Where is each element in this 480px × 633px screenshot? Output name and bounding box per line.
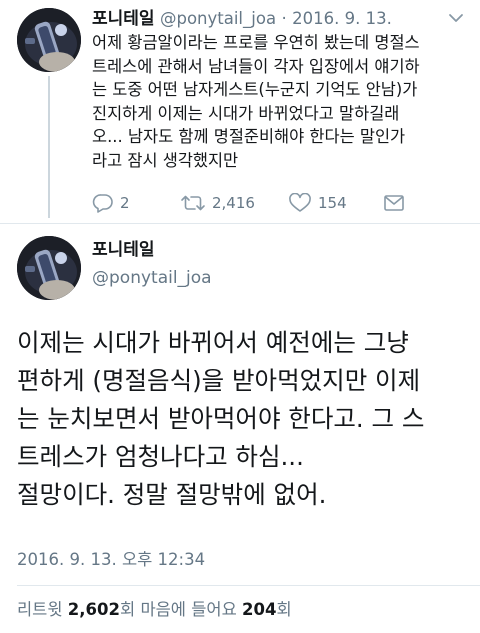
likes-unit: 회	[276, 600, 292, 619]
retweets-unit: 회	[120, 600, 136, 619]
tweet-text-line: 어제 황금알이라는 프로를 우연히 봤는데 명절스	[92, 33, 420, 52]
retweet-count: 2,416	[212, 194, 255, 212]
retweets-label: 리트윗	[17, 600, 63, 619]
tweet-header: 포니테일 @ponytail_joa · 2016. 9. 13.	[92, 6, 422, 32]
avatar[interactable]	[17, 236, 81, 300]
avatar-image	[17, 8, 81, 72]
tweet-stats: 리트윗 2,602회 마음에 들어요 204회	[17, 598, 292, 622]
divider	[17, 585, 480, 586]
direct-message-button[interactable]	[382, 190, 406, 216]
avatar[interactable]	[17, 8, 81, 72]
chevron-down-icon[interactable]	[446, 8, 466, 28]
tweet-text-line: 오... 남자도 함께 명절준비해야 한다는 말인가	[92, 127, 406, 146]
tweet-timestamp[interactable]: 2016. 9. 13. 오후 12:34	[17, 548, 205, 572]
tweet-text-line: 트레스에 관해서 남녀들이 각자 입장에서 얘기하	[92, 56, 420, 76]
user-handle[interactable]: @ponytail_joa	[92, 266, 212, 290]
likes-value: 204	[242, 600, 277, 619]
tweet-text-line: 는 도중 어떤 남자게스트(누군지 기억도 안남)가	[92, 80, 418, 99]
display-name[interactable]: 포니테일	[92, 238, 155, 262]
tweet-actions: 2 2,416 154	[92, 190, 472, 216]
tweet-text-line: 편하게 (명절음식)을 받아먹었지만 이제	[17, 366, 421, 395]
avatar-image	[17, 236, 81, 300]
retweets-value: 2,602	[67, 600, 120, 619]
heart-icon	[289, 193, 311, 212]
tweet-text: 이제는 시대가 바뀌어서 예전에는 그냥 편하게 (명절음식)을 받아먹었지만 …	[17, 324, 473, 514]
reply-count: 2	[120, 194, 130, 212]
tweet-text-line: 는 눈치보면서 받아먹어야 한다고. 그 스	[17, 404, 425, 433]
likes-stat[interactable]: 마음에 들어요 204회	[140, 600, 291, 619]
like-button[interactable]: 154	[288, 190, 347, 216]
tweet-text-line: 이제는 시대가 바뀌어서 예전에는 그냥	[17, 328, 409, 357]
retweet-icon	[181, 195, 205, 211]
tweet-text-line: 절망이다. 정말 절망밖에 없어.	[17, 480, 327, 509]
tweet-text: 어제 황금알이라는 프로를 우연히 봤는데 명절스 트레스에 관해서 남녀들이 …	[92, 31, 464, 172]
thread-line	[48, 76, 50, 218]
tweet-text-line: 진지하게 이제는 시대가 바뀌었다고 말하길래	[92, 103, 400, 123]
retweet-button[interactable]: 2,416	[180, 190, 255, 216]
tweet-text-line: 라고 잠시 생각했지만	[92, 150, 239, 170]
likes-label: 마음에 들어요	[140, 600, 237, 619]
retweets-stat[interactable]: 리트윗 2,602회	[17, 600, 135, 619]
display-name[interactable]: 포니테일	[92, 9, 155, 29]
reply-button[interactable]: 2	[92, 190, 130, 216]
divider	[0, 223, 480, 224]
tweet-text-line: 트레스가 엄청나다고 하심...	[17, 442, 304, 471]
reply-icon	[92, 194, 113, 213]
tweet-date[interactable]: 2016. 9. 13.	[292, 9, 392, 28]
parent-tweet[interactable]: 포니테일 @ponytail_joa · 2016. 9. 13. 어제 황금알…	[0, 0, 480, 223]
separator-dot: ·	[281, 9, 287, 28]
envelope-icon	[384, 195, 404, 211]
user-handle[interactable]: @ponytail_joa	[160, 9, 276, 28]
like-count: 154	[318, 194, 347, 212]
